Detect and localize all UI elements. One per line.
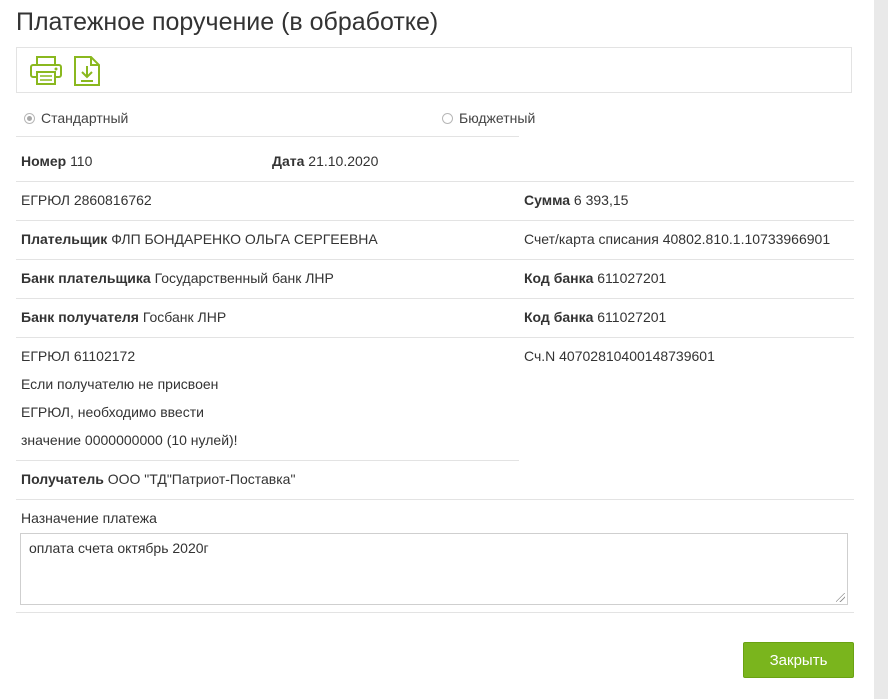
purpose-label: Назначение платежа (21, 510, 157, 526)
number-label: Номер (21, 153, 67, 169)
divider (16, 612, 854, 613)
radio-budget-label: Бюджетный (459, 110, 536, 126)
recipient-bank-label: Банк получателя (21, 309, 139, 325)
payer-bank-field: Банк плательщика Государственный банк ЛН… (21, 270, 334, 286)
recipient-bank-code-value: 611027201 (597, 309, 667, 325)
payer-bank-label: Банк плательщика (21, 270, 151, 286)
divider (16, 259, 854, 260)
egrul-note-line: значение 0000000000 (10 нулей)! (21, 432, 238, 448)
close-button[interactable]: Закрыть (743, 642, 854, 678)
divider (16, 136, 519, 137)
payer-field: Плательщик ФЛП БОНДАРЕНКО ОЛЬГА СЕРГЕЕВН… (21, 231, 378, 247)
divider (16, 220, 854, 221)
number-value: 110 (70, 153, 93, 169)
payer-bank-value: Государственный банк ЛНР (154, 270, 334, 286)
page-title: Платежное поручение (в обработке) (16, 8, 439, 36)
egrul-note-line: ЕГРЮЛ, необходимо ввести (21, 404, 204, 420)
radio-circle-checked[interactable] (24, 112, 35, 124)
divider (16, 337, 854, 338)
payer-bank-code-value: 611027201 (597, 270, 667, 286)
radio-circle[interactable] (442, 112, 453, 124)
amount-value: 6 393,15 (573, 192, 629, 208)
amount-field: Сумма 6 393,15 (524, 192, 628, 208)
recipient-bank-code-field: Код банка 611027201 (524, 309, 666, 325)
radio-standard-label: Стандартный (41, 110, 129, 126)
date-value: 21.10.2020 (308, 153, 379, 169)
download-icon[interactable] (73, 56, 101, 91)
radio-standard[interactable]: Стандартный (24, 110, 128, 126)
divider (16, 499, 854, 500)
payer-bank-code-field: Код банка 611027201 (524, 270, 666, 286)
date-label: Дата (272, 153, 305, 169)
egrul-note-line: Если получателю не присвоен (21, 376, 219, 392)
printer-icon[interactable] (29, 56, 63, 91)
amount-label: Сумма (524, 192, 571, 208)
number-field: Номер 110 (21, 153, 92, 169)
account-field: Счет/карта списания 40802.810.1.10733966… (524, 231, 830, 247)
recipient-field: Получатель ООО "ТД"Патриот-Поставка" (21, 471, 295, 487)
purpose-textarea[interactable]: оплата счета октябрь 2020г (20, 533, 848, 605)
account-value: 40802.810.1.10733966901 (662, 231, 831, 247)
scrollbar-track[interactable] (874, 0, 888, 699)
purpose-value: оплата счета октябрь 2020г (29, 540, 209, 556)
payer-label: Плательщик (21, 231, 108, 247)
date-field: Дата 21.10.2020 (272, 153, 378, 169)
recipient-bank-field: Банк получателя Госбанк ЛНР (21, 309, 226, 325)
recipient-value: ООО "ТД"Патриот-Поставка" (107, 471, 296, 487)
divider (16, 298, 854, 299)
account-label: Счет/карта списания (524, 231, 659, 247)
resize-handle-icon[interactable] (836, 593, 845, 602)
payer-value: ФЛП БОНДАРЕНКО ОЛЬГА СЕРГЕЕВНА (111, 231, 378, 247)
recipient-bank-value: Госбанк ЛНР (142, 309, 227, 325)
toolbar (16, 47, 852, 93)
payer-bank-code-label: Код банка (524, 270, 594, 286)
recipient-bank-code-label: Код банка (524, 309, 594, 325)
recipient-egrul: ЕГРЮЛ 61102172 (21, 348, 136, 364)
recipient-account: Сч.N 40702810400148739601 (524, 348, 715, 364)
divider (16, 460, 519, 461)
divider (16, 181, 854, 182)
recipient-label: Получатель (21, 471, 104, 487)
payer-egrul: ЕГРЮЛ 2860816762 (21, 192, 152, 208)
radio-budget[interactable]: Бюджетный (442, 110, 535, 126)
